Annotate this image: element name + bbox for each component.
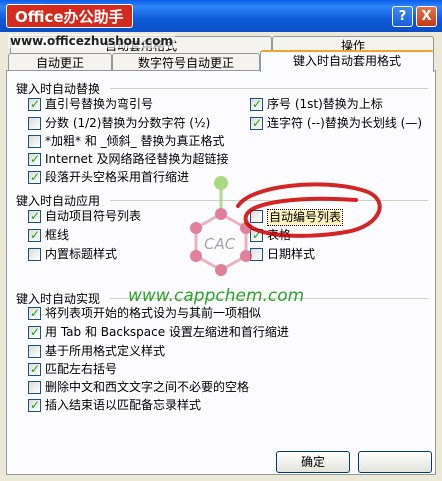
office-helper-logo: Office办公助手 — [6, 4, 133, 28]
site-watermark: www.cappchem.com — [128, 286, 305, 306]
ok-button[interactable]: 确定 — [276, 451, 350, 473]
checkbox[interactable] — [28, 170, 41, 185]
option-label: 自动项目符号列表 — [45, 209, 142, 223]
option-label: 删除中文和西文文字之间不必要的空格 — [45, 380, 250, 394]
help-icon[interactable]: ? — [392, 6, 413, 27]
option-label: 自动编号列表 — [267, 209, 344, 226]
checkbox[interactable] — [28, 228, 41, 243]
checkbox[interactable] — [28, 248, 41, 261]
checkbox[interactable] — [28, 362, 41, 377]
checkbox[interactable] — [250, 97, 263, 112]
divider — [110, 200, 428, 201]
checkbox[interactable] — [28, 345, 41, 358]
option-label: 分数 (1/2)替换为分数字符 (½) — [45, 116, 211, 130]
option-label: 插入结束语以匹配备忘录样式 — [45, 398, 202, 412]
option-label: 将列表项开始的格式设为与其前一项相似 — [45, 306, 262, 320]
checkbox[interactable] — [250, 116, 263, 131]
tab-autoformat-as-you-type[interactable]: 键入时自动套用格式 — [260, 50, 434, 72]
option-label: 连字符 (--)替换为长划线 (—) — [267, 116, 423, 130]
tab-label: 键入时自动套用格式 — [292, 54, 401, 68]
option-label: 段落开头空格采用首行缩进 — [45, 170, 190, 184]
divider — [110, 88, 428, 89]
checkbox[interactable] — [28, 209, 41, 224]
checkbox[interactable] — [28, 325, 41, 340]
section-title-apply: 键入时自动应用 — [16, 194, 101, 208]
title-bar: Office办公助手 ? X — [0, 0, 442, 32]
option-label: 序号 (1st)替换为上标 — [267, 97, 383, 111]
checkbox[interactable] — [28, 306, 41, 321]
option-label: 框线 — [45, 228, 70, 242]
checkbox[interactable] — [28, 152, 41, 167]
option-label: 基于所用格式定义样式 — [45, 344, 166, 358]
tab-label: 数字符号自动更正 — [137, 56, 234, 70]
tab-label: 自动更正 — [35, 56, 84, 70]
option-label: Internet 及网络路径替换为超链接 — [45, 152, 229, 166]
checkbox[interactable] — [28, 398, 41, 413]
checkbox[interactable] — [28, 135, 41, 148]
checkbox[interactable] — [28, 381, 41, 394]
checkbox[interactable] — [250, 248, 263, 261]
close-icon[interactable]: X — [416, 6, 437, 27]
option-label: 日期样式 — [267, 247, 316, 261]
option-label: 表格 — [267, 228, 292, 242]
url-watermark: www.officezhushou.com — [8, 34, 175, 48]
option-label: *加粗* 和 _倾斜_ 替换为真正格式 — [45, 134, 225, 148]
option-label: 直引号替换为弯引号 — [45, 97, 154, 111]
checkbox[interactable] — [250, 210, 263, 223]
section-title-implement: 键入时自动实现 — [16, 292, 101, 306]
checkbox[interactable] — [28, 97, 41, 112]
option-label: 内置标题样式 — [45, 247, 118, 261]
option-label: 匹配左右括号 — [45, 362, 118, 376]
option-label: 用 Tab 和 Backspace 设置左缩进和首行缩进 — [45, 325, 289, 339]
cancel-button[interactable] — [358, 451, 432, 473]
checkbox[interactable] — [250, 228, 263, 243]
checkbox[interactable] — [28, 117, 41, 130]
section-title-replace: 键入时自动替换 — [16, 82, 101, 96]
